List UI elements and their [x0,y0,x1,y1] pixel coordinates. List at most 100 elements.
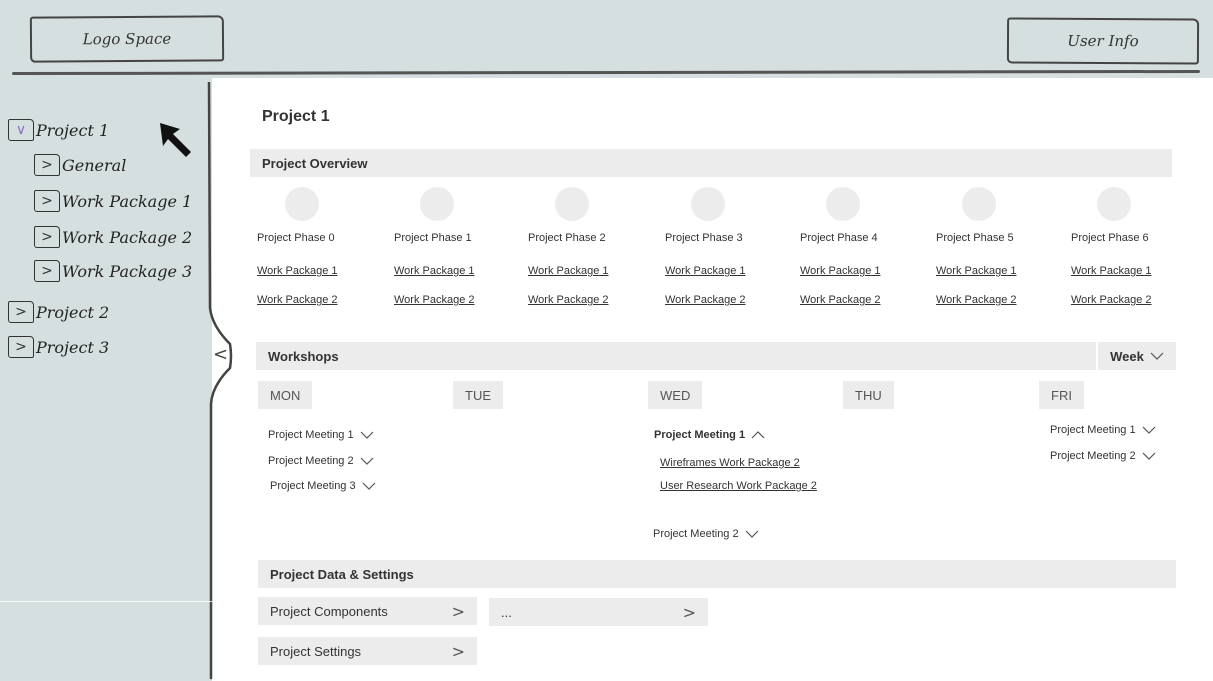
meeting-item[interactable]: Project Meeting 2 [1050,450,1156,462]
user-info-button[interactable]: User Info [1006,17,1200,65]
meeting-item[interactable]: Project Meeting 1 [1050,424,1156,436]
chevron-right-icon[interactable]: > [34,260,60,282]
chevron-down-icon [360,457,374,465]
phase-label: Project Phase 1 [394,232,472,244]
meeting-item-expanded[interactable]: Project Meeting 1 [654,429,765,441]
sidebar-item-project-1[interactable]: ∨ Project 1 [8,119,109,141]
chevron-right-icon[interactable]: > [8,301,34,323]
sidebar-item-label: Project 2 [36,302,110,322]
work-package-link[interactable]: Work Package 2 [528,294,609,306]
work-package-link[interactable]: Work Package 1 [1071,265,1152,277]
collapse-sidebar-button[interactable]: < [213,344,228,365]
chevron-right-icon[interactable]: > [34,154,60,176]
work-package-link[interactable]: Wireframes Work Package 2 [660,457,800,469]
sidebar-item-label: Project 1 [36,120,110,140]
work-package-link[interactable]: Work Package 2 [1071,294,1152,306]
chevron-down-icon [745,530,759,538]
chevron-right-icon[interactable]: > [34,226,60,248]
meeting-label: Project Meeting 2 [1050,450,1136,462]
button-label: ... [501,604,512,620]
meeting-label: Project Meeting 2 [268,455,354,467]
work-package-link[interactable]: Work Package 1 [528,265,609,277]
page-title: Project 1 [262,108,330,125]
meeting-label: Project Meeting 1 [268,429,354,441]
button-label: Project Components [270,603,388,619]
sidebar-divider [0,601,212,602]
section-title: Workshops [268,348,339,364]
phase-circle-icon[interactable] [555,187,589,221]
phase-label: Project Phase 5 [936,232,1014,244]
work-package-link[interactable]: User Research Work Package 2 [660,480,817,492]
project-settings-button[interactable]: Project Settings > [258,637,477,665]
day-label-thu: THU [843,381,894,409]
sidebar-item-project-2[interactable]: > Project 2 [8,301,109,323]
chevron-down-icon [1150,352,1164,360]
chevron-down-icon [1142,426,1156,434]
chevron-down-icon[interactable]: ∨ [8,119,34,141]
chevron-down-icon [1142,452,1156,460]
phase-label: Project Phase 6 [1071,232,1149,244]
sidebar-item-label: Work Package 2 [62,227,193,247]
chevron-left-icon: < [213,344,229,365]
button-label: Project Settings [270,643,362,659]
chevron-right-icon[interactable]: > [34,190,60,212]
mouse-cursor-icon [160,123,191,157]
week-range-select[interactable]: Week [1098,342,1176,370]
sidebar-item-work-package-1[interactable]: > Work Package 1 [34,190,192,212]
logo[interactable]: Logo Space [29,15,225,63]
logo-label: Logo Space [82,29,172,49]
phase-circle-icon[interactable] [691,187,725,221]
phase-circle-icon[interactable] [1097,187,1131,221]
chevron-right-icon: > [451,641,465,661]
project-overview-header: Project Overview [250,149,1172,177]
sidebar-item-label: Work Package 3 [62,261,193,281]
meeting-label: Project Meeting 3 [270,480,356,492]
work-package-link[interactable]: Work Package 1 [800,265,881,277]
more-button[interactable]: ... > [489,598,708,626]
sidebar-item-label: Work Package 1 [62,191,193,211]
work-package-link[interactable]: Work Package 2 [800,294,881,306]
project-components-button[interactable]: Project Components > [258,597,477,625]
project-data-settings-header: Project Data & Settings [258,560,1176,588]
work-package-link[interactable]: Work Package 1 [936,265,1017,277]
chevron-down-icon [360,431,374,439]
work-package-link[interactable]: Work Package 2 [394,294,475,306]
chevron-up-icon [751,431,765,439]
sidebar-item-label: Project 3 [36,337,110,357]
chevron-right-icon[interactable]: > [8,336,34,358]
phase-label: Project Phase 2 [528,232,606,244]
sidebar-item-project-3[interactable]: > Project 3 [8,336,109,358]
meeting-label: Project Meeting 1 [1050,424,1136,436]
user-info-label: User Info [1067,31,1139,51]
meeting-label: Project Meeting 2 [653,528,739,540]
work-package-link[interactable]: Work Package 1 [394,265,475,277]
day-label-wed: WED [648,381,703,409]
work-package-link[interactable]: Work Package 2 [936,294,1017,306]
section-title: Project Overview [262,155,368,171]
sidebar-item-general[interactable]: > General [34,154,126,176]
sidebar-item-label: General [62,155,127,175]
phase-label: Project Phase 0 [257,232,335,244]
meeting-item[interactable]: Project Meeting 3 [270,480,376,492]
week-select-label: Week [1110,348,1144,364]
phase-circle-icon[interactable] [285,187,319,221]
meeting-label: Project Meeting 1 [654,429,746,441]
meeting-item[interactable]: Project Meeting 2 [653,528,759,540]
workshops-header: Workshops [256,342,1096,370]
phase-circle-icon[interactable] [962,187,996,221]
sidebar-item-work-package-2[interactable]: > Work Package 2 [34,226,192,248]
work-package-link[interactable]: Work Package 1 [257,265,338,277]
sidebar-item-work-package-3[interactable]: > Work Package 3 [34,260,192,282]
work-package-link[interactable]: Work Package 2 [665,294,746,306]
work-package-link[interactable]: Work Package 1 [665,265,746,277]
work-package-link[interactable]: Work Package 2 [257,294,338,306]
meeting-item[interactable]: Project Meeting 2 [268,455,374,467]
day-label-tue: TUE [453,381,503,409]
phase-label: Project Phase 3 [665,232,743,244]
phase-circle-icon[interactable] [420,187,454,221]
chevron-right-icon: > [451,601,465,621]
phase-label: Project Phase 4 [800,232,878,244]
meeting-item[interactable]: Project Meeting 1 [268,429,374,441]
phase-circle-icon[interactable] [826,187,860,221]
chevron-right-icon: > [682,602,696,622]
